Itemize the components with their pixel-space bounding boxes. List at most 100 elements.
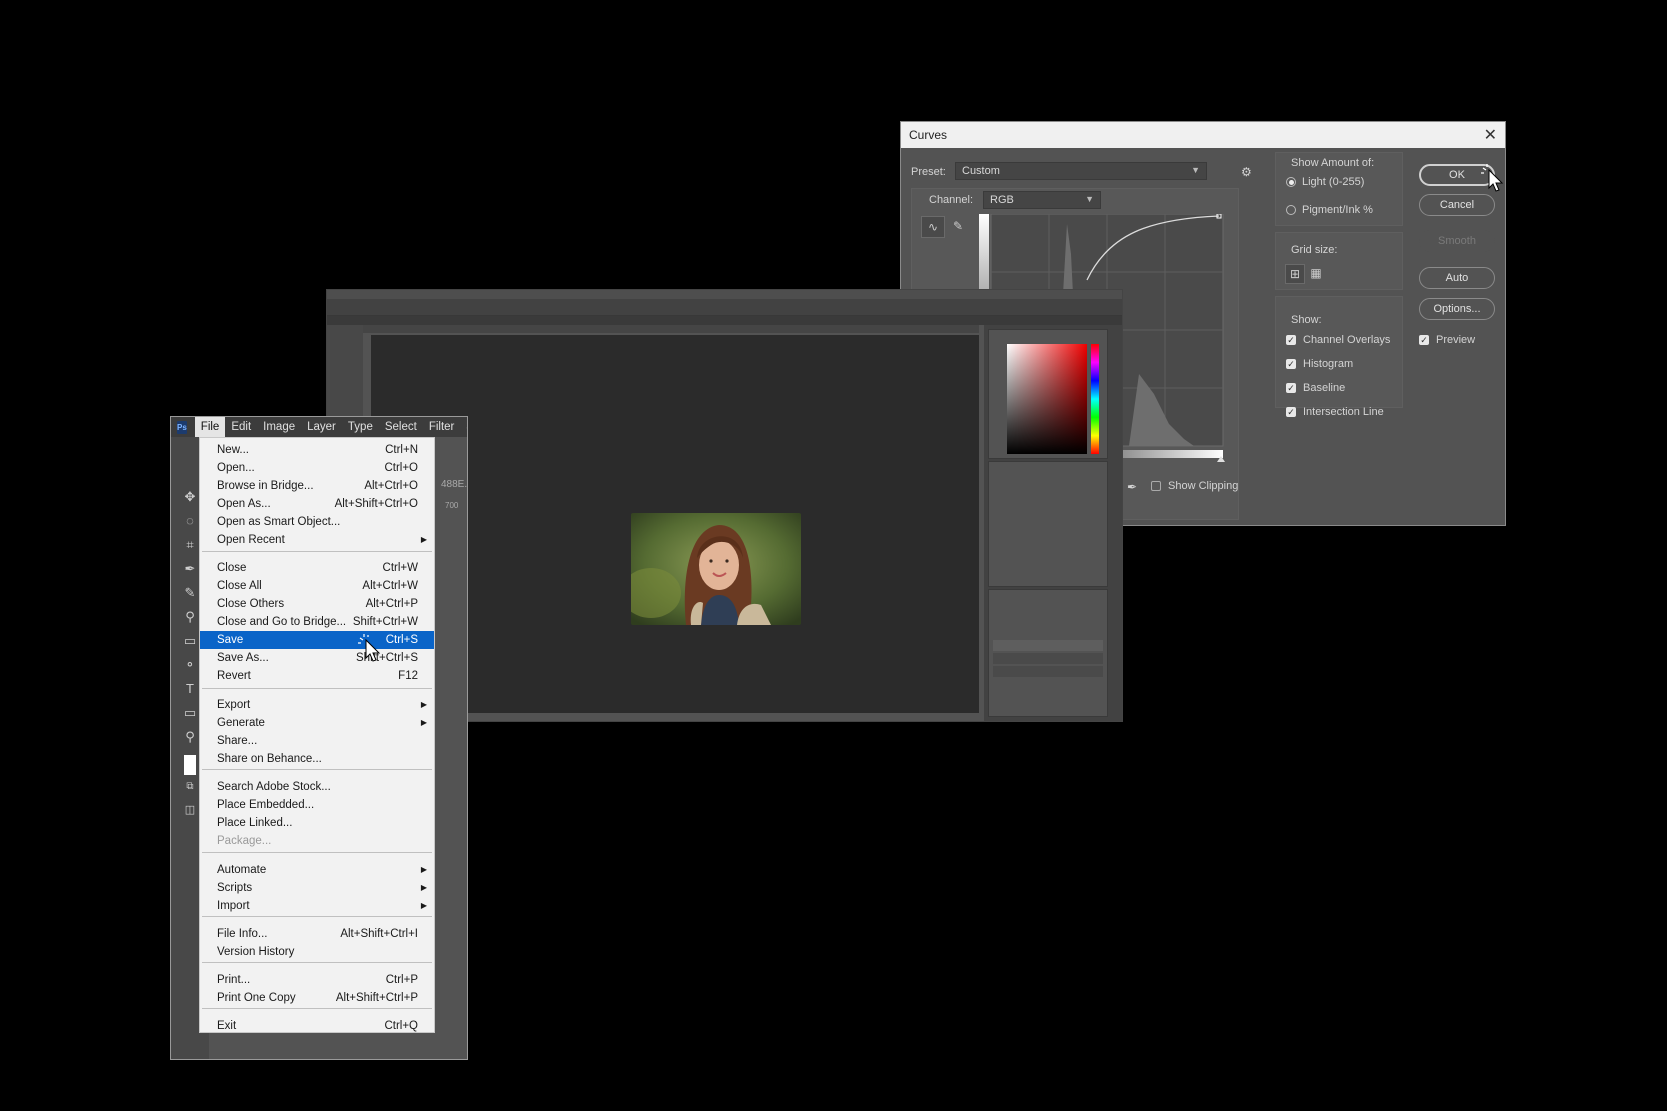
show-label: Show: [1291,314,1322,326]
pencil-icon[interactable]: ✎ [947,216,969,236]
menu-item-label: Close All [217,580,262,592]
properties-panel [988,461,1108,587]
type-tool-icon[interactable]: T [182,681,198,696]
foreground-color-swatch[interactable] [184,755,196,775]
close-icon[interactable]: ✕ [1484,125,1497,145]
move-tool-icon[interactable]: ✥ [182,489,198,505]
menu-3d[interactable]: 3D [460,417,467,437]
channel-value: RGB [990,194,1014,206]
layer-row[interactable] [993,653,1103,664]
channel-select[interactable]: RGB ▼ [983,191,1101,209]
grid-simple-icon[interactable]: ⊞ [1285,264,1305,284]
swap-colors-icon[interactable]: ⧉ [182,781,198,792]
menu-item-version-history[interactable]: Version History [200,943,434,961]
menu-item-search-adobe-stock[interactable]: Search Adobe Stock... [200,778,434,796]
menu-item-shortcut: Alt+Shift+Ctrl+O [334,498,418,510]
menu-item-shortcut: Ctrl+P [385,974,418,986]
baseline-checkbox[interactable]: ✓ Baseline [1286,382,1345,394]
stamp-tool-icon[interactable]: ⚲ [182,609,198,625]
ps-right-panels [984,325,1122,721]
light-radio[interactable]: Light (0-255) [1286,176,1364,188]
rectangle-tool-icon[interactable]: ▭ [182,705,198,721]
gear-icon[interactable]: ⚙ [1241,165,1252,179]
curve-point-tool-icon[interactable]: ∿ [921,216,945,238]
menu-item-file-info[interactable]: File Info... Alt+Shift+Ctrl+I [200,925,434,943]
menu-item-close[interactable]: Close Ctrl+W [200,559,434,577]
radio-icon [1286,205,1296,215]
menu-item-browse-in-bridge[interactable]: Browse in Bridge... Alt+Ctrl+O [200,477,434,495]
smooth-button[interactable]: Smooth [1419,230,1495,252]
menu-item-label: Save [217,634,244,646]
menu-edit[interactable]: Edit [225,417,257,437]
submenu-arrow-icon: ▶ [420,883,427,892]
menu-item-close-all[interactable]: Close All Alt+Ctrl+W [200,577,434,595]
menu-item-close-others[interactable]: Close Others Alt+Ctrl+P [200,595,434,613]
menu-type[interactable]: Type [342,417,379,437]
menu-item-shortcut: Alt+Shift+Ctrl+P [335,992,418,1004]
menu-item-package[interactable]: Package... [200,832,434,850]
menu-item-scripts[interactable]: Scripts ▶ [200,879,434,897]
menu-item-open-recent[interactable]: Open Recent ▶ [200,531,434,549]
menu-item-import[interactable]: Import ▶ [200,897,434,915]
layer-row[interactable] [993,666,1103,677]
zoom-tool-icon[interactable]: ⚲ [182,729,198,745]
ps-ruler [363,325,979,333]
menu-item-print-one-copy[interactable]: Print One Copy Alt+Shift+Ctrl+P [200,989,434,1007]
menu-item-revert[interactable]: Revert F12 [200,667,434,685]
pigment-radio[interactable]: Pigment/Ink % [1286,204,1373,216]
show-clipping-checkbox[interactable]: Show Clipping [1151,480,1238,492]
preview-checkbox[interactable]: ✓ Preview [1419,334,1475,346]
crop-tool-icon[interactable]: ⌗ [182,537,198,553]
menu-item-print[interactable]: Print... Ctrl+P [200,971,434,989]
eyedropper-tool-icon[interactable]: ✒ [182,561,198,577]
menu-separator [202,551,432,552]
intersection-line-checkbox[interactable]: ✓ Intersection Line [1286,406,1384,418]
menu-item-share-on-behance[interactable]: Share on Behance... [200,750,434,768]
channel-overlays-checkbox[interactable]: ✓ Channel Overlays [1286,334,1390,346]
brush-tool-icon[interactable]: ✎ [182,585,198,601]
menu-file[interactable]: File [194,417,226,437]
menu-item-generate[interactable]: Generate ▶ [200,714,434,732]
menu-item-label: Version History [217,946,295,958]
menu-item-automate[interactable]: Automate ▶ [200,861,434,879]
cancel-button[interactable]: Cancel [1419,194,1495,216]
menu-image[interactable]: Image [257,417,301,437]
gradient-tool-icon[interactable]: ▭ [182,633,198,649]
menu-item-open[interactable]: Open... Ctrl+O [200,459,434,477]
options-button[interactable]: Options... [1419,298,1495,320]
menu-separator [202,1008,432,1009]
preset-select[interactable]: Custom ▼ [955,162,1207,180]
menu-item-open-as-smart-object[interactable]: Open as Smart Object... [200,513,434,531]
menu-item-shortcut: Alt+Ctrl+P [365,598,418,610]
preset-label: Preset: [911,166,946,178]
quick-mask-icon[interactable]: ◫ [182,803,198,816]
dodge-tool-icon[interactable]: ⚬ [182,657,198,673]
menu-item-exit[interactable]: Exit Ctrl+Q [200,1017,434,1035]
layers-panel [988,589,1108,717]
menu-item-save-as[interactable]: Save As... Shift+Ctrl+S [200,649,434,667]
menu-separator [202,916,432,917]
menu-item-share[interactable]: Share... [200,732,434,750]
histogram-checkbox[interactable]: ✓ Histogram [1286,358,1353,370]
menu-select[interactable]: Select [379,417,423,437]
grid-detailed-icon[interactable]: ▦ [1307,264,1325,282]
menu-item-new[interactable]: New... Ctrl+N [200,441,434,459]
layer-row[interactable] [993,640,1103,651]
light-label: Light (0-255) [1302,176,1365,188]
menu-item-open-as[interactable]: Open As... Alt+Shift+Ctrl+O [200,495,434,513]
menu-filter[interactable]: Filter [423,417,461,437]
color-field[interactable] [1007,344,1087,454]
menu-item-shortcut: Ctrl+W [382,562,418,574]
menu-item-export[interactable]: Export ▶ [200,696,434,714]
menu-item-place-embedded[interactable]: Place Embedded... [200,796,434,814]
eyedropper-icon[interactable]: ✒ [1127,480,1137,494]
hue-slider[interactable] [1091,344,1099,454]
menu-layer[interactable]: Layer [301,417,342,437]
ps-mini-menubar [327,290,1122,299]
menu-item-save[interactable]: Save Ctrl+S [200,631,434,649]
menu-item-close-and-go-to-bridge[interactable]: Close and Go to Bridge... Shift+Ctrl+W [200,613,434,631]
menu-item-place-linked[interactable]: Place Linked... [200,814,434,832]
lasso-tool-icon[interactable]: ◌ [182,513,198,528]
auto-button[interactable]: Auto [1419,267,1495,289]
checkmark-icon: ✓ [1419,334,1429,345]
